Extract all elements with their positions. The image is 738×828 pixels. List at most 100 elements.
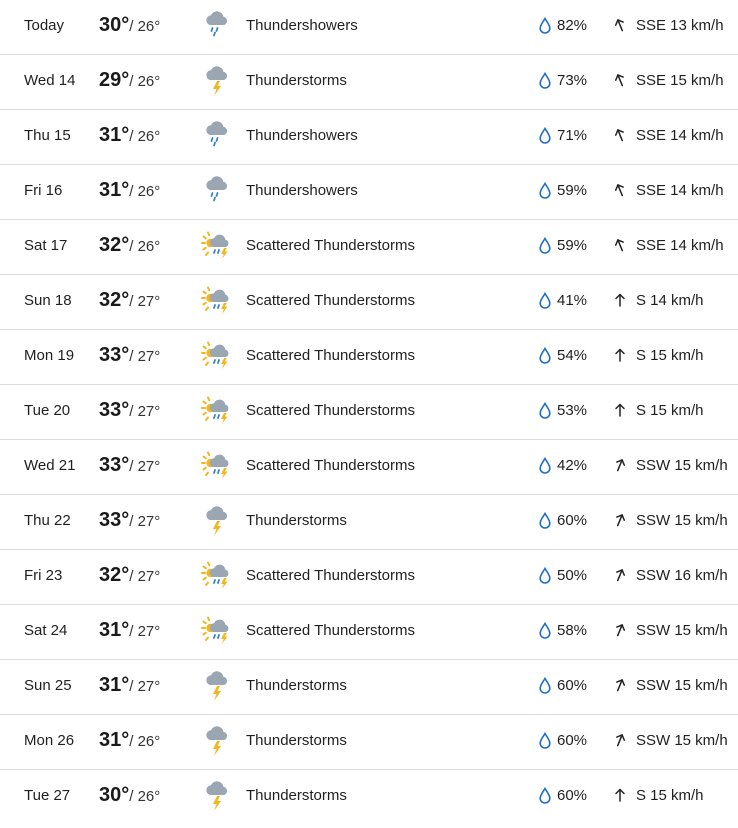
high-temp: 31°: [99, 729, 130, 751]
wind-direction-arrow-icon: [613, 348, 627, 362]
day-label: Sun 25: [24, 677, 72, 694]
low-temp: / 26°: [129, 733, 161, 750]
forecast-row[interactable]: Thu 22 33°/ 27° Thunderstorms 60% SSW 15…: [0, 495, 738, 550]
day-label: Today: [24, 17, 65, 34]
precipitation-drop-icon: [538, 622, 552, 639]
forecast-row[interactable]: Sun 25 31°/ 27° Thunderstorms 60% SSW 15…: [0, 660, 738, 715]
temperature: 31°/ 26°: [99, 715, 160, 767]
forecast-row[interactable]: Sat 17 32°/ 26° Scattered Thunderstorms …: [0, 220, 738, 275]
high-temp: 32°: [99, 289, 130, 311]
forecast-row[interactable]: Sat 24 31°/ 27° Scattered Thunderstorms …: [0, 605, 738, 660]
wind-speed: SSW 15 km/h: [636, 457, 728, 474]
forecast-row[interactable]: Thu 15 31°/ 26° Thundershowers 71% SSE 1…: [0, 110, 738, 165]
wind-speed: SSE 14 km/h: [636, 127, 724, 144]
wind-speed: SSE 14 km/h: [636, 182, 724, 199]
low-temp: / 27°: [129, 678, 161, 695]
scattered-thunderstorms-icon: [200, 284, 234, 318]
wind-speed: S 15 km/h: [636, 787, 704, 804]
precipitation-chance: 60%: [557, 512, 588, 529]
precipitation-chance: 50%: [557, 567, 588, 584]
temperature: 31°/ 27°: [99, 660, 160, 712]
low-temp: / 26°: [129, 128, 161, 145]
forecast-row[interactable]: Wed 21 33°/ 27° Scattered Thunderstorms …: [0, 440, 738, 495]
daily-forecast-list: Today 30°/ 26° Thundershowers 82% SSE 13…: [0, 0, 738, 828]
precipitation-drop-icon: [538, 127, 552, 144]
temperature: 32°/ 27°: [99, 550, 160, 602]
day-label: Sat 24: [24, 622, 68, 639]
condition-label: Thundershowers: [246, 182, 358, 199]
day-label: Sat 17: [24, 237, 68, 254]
high-temp: 33°: [99, 399, 130, 421]
scattered-thunderstorms-icon: [200, 614, 234, 648]
precipitation-drop-icon: [538, 402, 552, 419]
day-label: Mon 19: [24, 347, 75, 364]
wind-direction-arrow-icon: [613, 458, 627, 472]
high-temp: 33°: [99, 454, 130, 476]
forecast-row[interactable]: Tue 20 33°/ 27° Scattered Thunderstorms …: [0, 385, 738, 440]
condition-label: Thunderstorms: [246, 732, 347, 749]
forecast-row[interactable]: Mon 19 33°/ 27° Scattered Thunderstorms …: [0, 330, 738, 385]
low-temp: / 27°: [129, 458, 161, 475]
low-temp: / 27°: [129, 403, 161, 420]
wind-direction-arrow-icon: [613, 183, 627, 197]
high-temp: 33°: [99, 344, 130, 366]
forecast-row[interactable]: Fri 23 32°/ 27° Scattered Thunderstorms …: [0, 550, 738, 605]
high-temp: 30°: [99, 784, 130, 806]
scattered-thunderstorms-icon: [200, 559, 234, 593]
condition-label: Scattered Thunderstorms: [246, 402, 415, 419]
forecast-row[interactable]: Sun 18 32°/ 27° Scattered Thunderstorms …: [0, 275, 738, 330]
thundershowers-icon: [200, 119, 234, 153]
precipitation-drop-icon: [538, 17, 552, 34]
day-label: Sun 18: [24, 292, 72, 309]
condition-label: Scattered Thunderstorms: [246, 347, 415, 364]
forecast-row[interactable]: Mon 26 31°/ 26° Thunderstorms 60% SSW 15…: [0, 715, 738, 770]
low-temp: / 27°: [129, 513, 161, 530]
precipitation-chance: 41%: [557, 292, 588, 309]
precipitation-drop-icon: [538, 512, 552, 529]
scattered-thunderstorms-icon: [200, 339, 234, 373]
condition-label: Scattered Thunderstorms: [246, 567, 415, 584]
low-temp: / 26°: [129, 238, 161, 255]
wind-direction-arrow-icon: [613, 678, 627, 692]
precipitation-drop-icon: [538, 567, 552, 584]
high-temp: 29°: [99, 69, 130, 91]
condition-label: Scattered Thunderstorms: [246, 457, 415, 474]
thundershowers-icon: [200, 9, 234, 43]
temperature: 32°/ 26°: [99, 220, 160, 272]
thunderstorms-icon: [200, 504, 234, 538]
condition-label: Thunderstorms: [246, 787, 347, 804]
temperature: 33°/ 27°: [99, 330, 160, 382]
day-label: Fri 16: [24, 182, 63, 199]
forecast-row[interactable]: Tue 27 30°/ 26° Thunderstorms 60% S 15 k…: [0, 770, 738, 825]
high-temp: 30°: [99, 14, 130, 36]
temperature: 30°/ 26°: [99, 770, 160, 822]
day-label: Thu 15: [24, 127, 71, 144]
thunderstorms-icon: [200, 64, 234, 98]
high-temp: 32°: [99, 564, 130, 586]
high-temp: 33°: [99, 509, 130, 531]
precipitation-chance: 58%: [557, 622, 588, 639]
wind-direction-arrow-icon: [613, 568, 627, 582]
precipitation-chance: 71%: [557, 127, 588, 144]
precipitation-drop-icon: [538, 347, 552, 364]
day-label: Mon 26: [24, 732, 75, 749]
precipitation-drop-icon: [538, 237, 552, 254]
high-temp: 31°: [99, 674, 130, 696]
wind-speed: SSE 13 km/h: [636, 17, 724, 34]
precipitation-chance: 54%: [557, 347, 588, 364]
wind-speed: S 15 km/h: [636, 402, 704, 419]
wind-speed: SSE 14 km/h: [636, 237, 724, 254]
precipitation-chance: 82%: [557, 17, 588, 34]
forecast-row[interactable]: Today 30°/ 26° Thundershowers 82% SSE 13…: [0, 0, 738, 55]
condition-label: Scattered Thunderstorms: [246, 292, 415, 309]
condition-label: Scattered Thunderstorms: [246, 622, 415, 639]
low-temp: / 27°: [129, 623, 161, 640]
temperature: 33°/ 27°: [99, 440, 160, 492]
precipitation-chance: 59%: [557, 237, 588, 254]
wind-direction-arrow-icon: [613, 73, 627, 87]
low-temp: / 26°: [129, 788, 161, 805]
forecast-row[interactable]: Wed 14 29°/ 26° Thunderstorms 73% SSE 15…: [0, 55, 738, 110]
precipitation-drop-icon: [538, 457, 552, 474]
forecast-row[interactable]: Fri 16 31°/ 26° Thundershowers 59% SSE 1…: [0, 165, 738, 220]
low-temp: / 27°: [129, 568, 161, 585]
